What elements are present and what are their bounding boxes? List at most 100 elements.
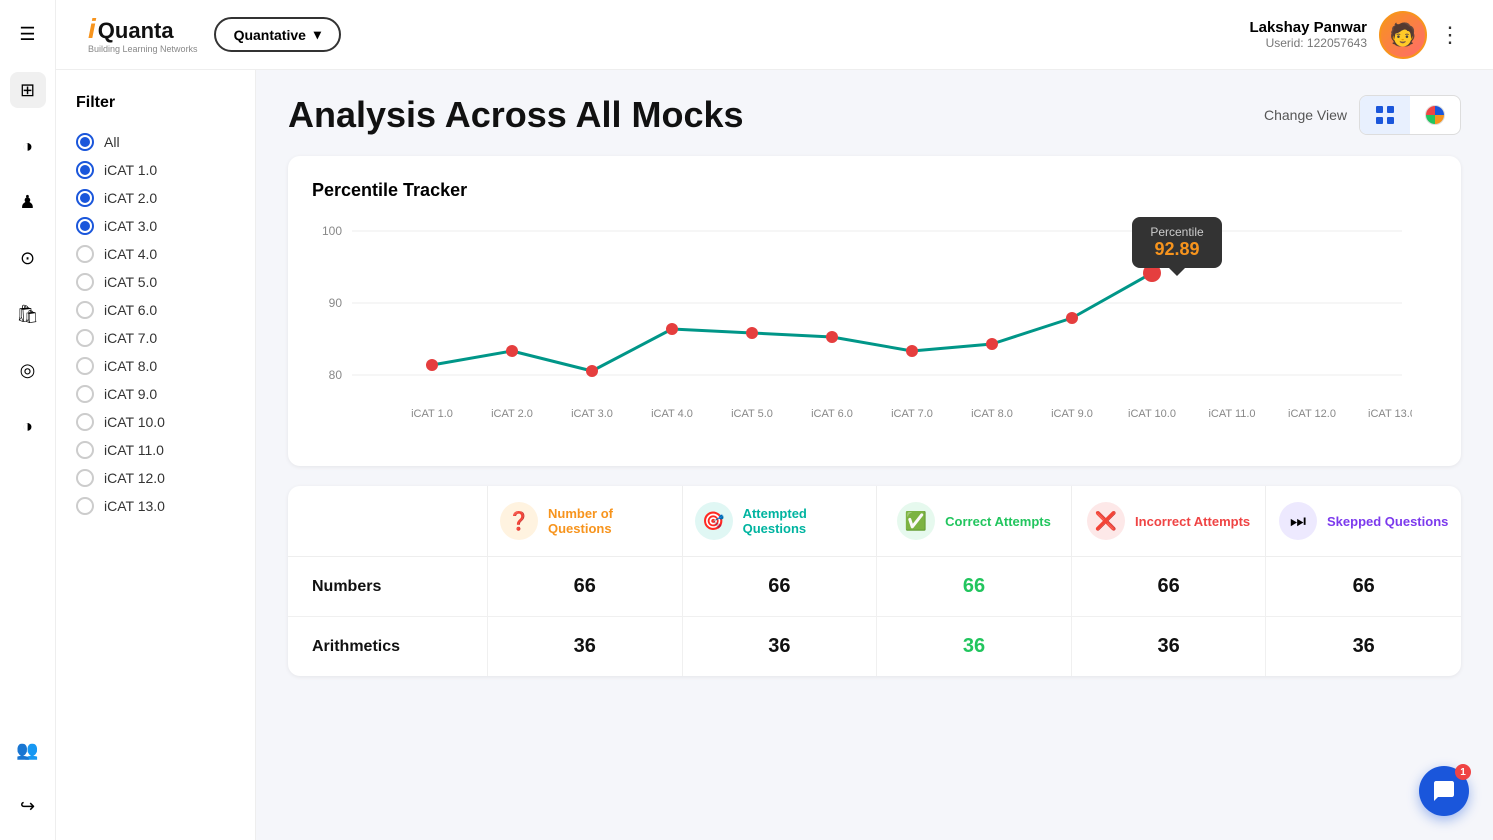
stat-column-label: Number of Questions bbox=[548, 506, 670, 536]
stats-body: Numbers6666666666Arithmetics3636363636 bbox=[288, 557, 1461, 676]
sidebar-strategy-icon[interactable]: ♟ bbox=[10, 184, 46, 220]
sidebar-dashboard-icon[interactable]: ⊞ bbox=[10, 72, 46, 108]
chart-point bbox=[1066, 312, 1078, 324]
radio-outer bbox=[76, 273, 94, 291]
filter-item-label: All bbox=[104, 134, 120, 150]
filter-title: Filter bbox=[76, 94, 235, 112]
page-body: Filter All iCAT 1.0 iCAT 2.0 iCAT 3.0 iCAT 4… bbox=[56, 70, 1493, 840]
chart-highlight-point bbox=[1143, 264, 1161, 282]
svg-text:iCAT 12.0: iCAT 12.0 bbox=[1288, 408, 1336, 420]
filter-item[interactable]: iCAT 10.0 bbox=[76, 408, 235, 436]
sidebar: ☰ ⊞ ◑ ♟ ⊙ 🛍 ◎ ◑ 👥 ↪ bbox=[0, 0, 56, 840]
stats-column-header: ❓ Number of Questions bbox=[488, 486, 683, 556]
svg-text:iCAT 9.0: iCAT 9.0 bbox=[1051, 408, 1093, 420]
filter-item[interactable]: iCAT 7.0 bbox=[76, 324, 235, 352]
logo-i: i bbox=[88, 14, 96, 45]
stat-icon: ⏭ bbox=[1279, 502, 1317, 540]
percentile-chart-svg: 100 90 80 bbox=[312, 217, 1412, 437]
filter-item[interactable]: iCAT 8.0 bbox=[76, 352, 235, 380]
radio-inner bbox=[80, 137, 90, 147]
chat-badge: 1 bbox=[1455, 764, 1471, 780]
chart-point bbox=[826, 331, 838, 343]
svg-text:iCAT 4.0: iCAT 4.0 bbox=[651, 408, 693, 420]
page-header-row: Analysis Across All Mocks Change View bbox=[288, 94, 1461, 136]
radio-outer bbox=[76, 189, 94, 207]
svg-text:iCAT 10.0: iCAT 10.0 bbox=[1128, 408, 1176, 420]
header-right: Lakshay Panwar Userid: 122057643 🧑 ⋮ bbox=[1249, 11, 1461, 59]
radio-outer bbox=[76, 217, 94, 235]
chart-point bbox=[746, 327, 758, 339]
chart-container: 100 90 80 bbox=[312, 217, 1437, 442]
svg-text:80: 80 bbox=[329, 368, 343, 382]
svg-text:iCAT 1.0: iCAT 1.0 bbox=[411, 408, 453, 420]
filter-item[interactable]: iCAT 3.0 bbox=[76, 212, 235, 240]
filter-item[interactable]: iCAT 11.0 bbox=[76, 436, 235, 464]
chart-view-button[interactable] bbox=[1410, 96, 1460, 134]
stats-column-header: ✅Correct Attempts bbox=[877, 486, 1072, 556]
more-options-button[interactable]: ⋮ bbox=[1439, 22, 1461, 48]
filter-item[interactable]: iCAT 5.0 bbox=[76, 268, 235, 296]
table-view-button[interactable] bbox=[1360, 96, 1410, 134]
stats-row-label: Arithmetics bbox=[288, 617, 488, 676]
filter-item-label: iCAT 9.0 bbox=[104, 386, 157, 402]
filter-item[interactable]: iCAT 4.0 bbox=[76, 240, 235, 268]
stats-data-row: Numbers6666666666 bbox=[288, 557, 1461, 617]
stats-data-cell: 66 bbox=[683, 557, 878, 616]
svg-text:iCAT 8.0: iCAT 8.0 bbox=[971, 408, 1013, 420]
filter-items: AlliCAT 1.0iCAT 2.0iCAT 3.0iCAT 4.0iCAT … bbox=[76, 128, 235, 520]
radio-outer bbox=[76, 385, 94, 403]
stat-column-label: Incorrect Attempts bbox=[1135, 514, 1250, 529]
sidebar-logout-icon[interactable]: ↪ bbox=[10, 788, 46, 824]
chart-card: Percentile Tracker 100 90 80 bbox=[288, 156, 1461, 466]
filter-item-label: iCAT 6.0 bbox=[104, 302, 157, 318]
header-left: i Quanta Building Learning Networks Quan… bbox=[88, 14, 341, 56]
filter-item-label: iCAT 13.0 bbox=[104, 498, 165, 514]
radio-outer bbox=[76, 161, 94, 179]
stats-header-row: ❓Number of Questions🎯Attempted Questions… bbox=[288, 486, 1461, 557]
radio-inner bbox=[80, 221, 90, 231]
filter-item[interactable]: All bbox=[76, 128, 235, 156]
stats-data-cell: 36 bbox=[1266, 617, 1461, 676]
sidebar-bag-icon[interactable]: 🛍 bbox=[10, 296, 46, 332]
radio-outer bbox=[76, 301, 94, 319]
filter-item-label: iCAT 2.0 bbox=[104, 190, 157, 206]
right-content: Analysis Across All Mocks Change View bbox=[256, 70, 1493, 840]
stat-icon: ❓ bbox=[500, 502, 538, 540]
stats-data-cell: 36 bbox=[1072, 617, 1267, 676]
subject-label: Quantative bbox=[234, 27, 306, 43]
radio-inner bbox=[80, 165, 90, 175]
sidebar-menu-icon[interactable]: ☰ bbox=[10, 16, 46, 52]
filter-item[interactable]: iCAT 2.0 bbox=[76, 184, 235, 212]
stat-icon: ✅ bbox=[897, 502, 935, 540]
filter-item[interactable]: iCAT 13.0 bbox=[76, 492, 235, 520]
stats-data-cell: 66 bbox=[488, 557, 683, 616]
sidebar-pie-icon[interactable]: ◑ bbox=[10, 408, 46, 444]
radio-outer bbox=[76, 133, 94, 151]
user-id: Userid: 122057643 bbox=[1249, 36, 1367, 50]
stats-data-cell: 36 bbox=[683, 617, 878, 676]
svg-text:iCAT 6.0: iCAT 6.0 bbox=[811, 408, 853, 420]
filter-item-label: iCAT 10.0 bbox=[104, 414, 165, 430]
sidebar-target-icon[interactable]: ⊙ bbox=[10, 240, 46, 276]
logo: i Quanta Building Learning Networks bbox=[88, 14, 198, 56]
filter-item[interactable]: iCAT 9.0 bbox=[76, 380, 235, 408]
filter-item[interactable]: iCAT 1.0 bbox=[76, 156, 235, 184]
filter-item-label: iCAT 8.0 bbox=[104, 358, 157, 374]
sidebar-circle-icon[interactable]: ◎ bbox=[10, 352, 46, 388]
stats-row-label: Numbers bbox=[288, 557, 488, 616]
radio-inner bbox=[80, 193, 90, 203]
svg-text:100: 100 bbox=[322, 224, 342, 238]
view-controls: Change View bbox=[1264, 95, 1461, 135]
filter-item[interactable]: iCAT 6.0 bbox=[76, 296, 235, 324]
filter-item-label: iCAT 3.0 bbox=[104, 218, 157, 234]
filter-panel: Filter All iCAT 1.0 iCAT 2.0 iCAT 3.0 iCAT 4… bbox=[56, 70, 256, 840]
sidebar-user-icon[interactable]: 👥 bbox=[10, 732, 46, 768]
sidebar-analytics-icon[interactable]: ◑ bbox=[10, 128, 46, 164]
filter-item[interactable]: iCAT 12.0 bbox=[76, 464, 235, 492]
chat-bubble-button[interactable]: 1 bbox=[1419, 766, 1469, 816]
avatar: 🧑 bbox=[1379, 11, 1427, 59]
subject-dropdown[interactable]: Quantative ▾ bbox=[214, 17, 341, 52]
stats-column-header: ❌Incorrect Attempts bbox=[1072, 486, 1267, 556]
radio-outer bbox=[76, 469, 94, 487]
stats-data-cell: 36 bbox=[488, 617, 683, 676]
